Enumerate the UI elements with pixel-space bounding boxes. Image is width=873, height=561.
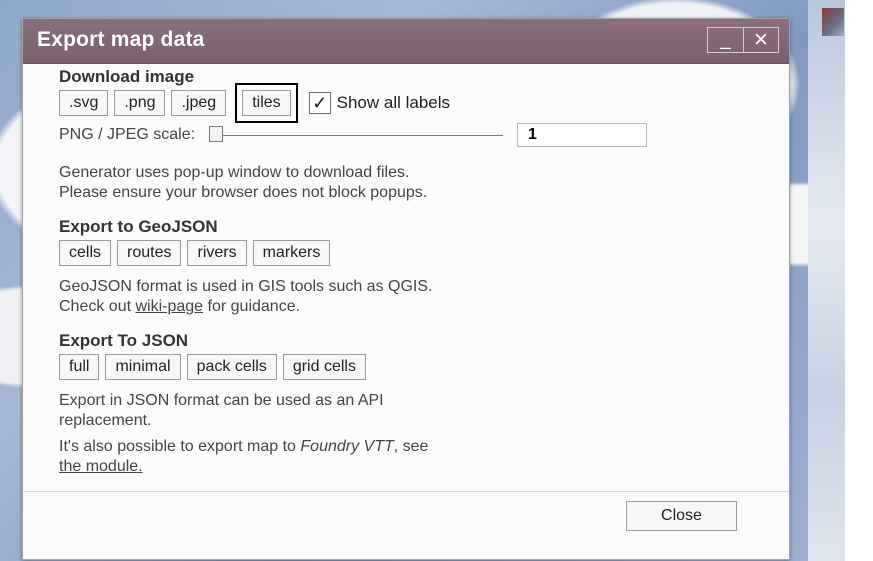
- wiki-page-link[interactable]: wiki-page: [135, 298, 203, 315]
- scale-slider[interactable]: [209, 126, 504, 142]
- json-full-button[interactable]: full: [59, 354, 100, 380]
- scale-input[interactable]: 1: [517, 123, 648, 147]
- generator-note: Generator uses pop-up window to download…: [59, 163, 427, 203]
- foundry-note: It's also possible to export map to Foun…: [59, 437, 428, 477]
- download-image-heading: Download image: [59, 67, 195, 86]
- show-all-labels-toggle[interactable]: ✓ Show all labels: [308, 92, 451, 114]
- export-png-button[interactable]: .png: [114, 90, 166, 116]
- foundry-vtt-text: Foundry VTT: [300, 438, 394, 455]
- geojson-note-line1: GeoJSON format is used in GIS tools such…: [59, 278, 433, 295]
- json-grid-cells-button[interactable]: grid cells: [282, 354, 366, 380]
- close-icon[interactable]: ✕: [742, 28, 778, 52]
- geojson-routes-button[interactable]: routes: [117, 240, 182, 266]
- json-note-line2: replacement.: [59, 412, 152, 429]
- foundry-prefix: It's also possible to export map to: [59, 438, 301, 455]
- geojson-note-prefix: Check out: [59, 298, 136, 315]
- export-jpeg-button[interactable]: .jpeg: [171, 90, 227, 116]
- map-edge: [808, 0, 845, 561]
- geojson-note-line2: Check out wiki-page for guidance.: [59, 297, 432, 317]
- export-tiles-button[interactable]: tiles: [235, 83, 298, 123]
- slider-track: [211, 135, 504, 136]
- close-button[interactable]: Close: [626, 501, 737, 531]
- export-svg-button[interactable]: .svg: [59, 90, 109, 116]
- geojson-markers-button[interactable]: markers: [252, 240, 331, 266]
- json-minimal-button[interactable]: minimal: [105, 354, 181, 380]
- json-note: Export in JSON format can be used as an …: [59, 391, 384, 431]
- json-heading: Export To JSON: [59, 331, 189, 350]
- foundry-note-line1: It's also possible to export map to Foun…: [59, 437, 428, 457]
- map-corner-marker: [822, 8, 844, 36]
- slider-thumb[interactable]: [209, 126, 224, 142]
- dialog-title: Export map data: [37, 28, 205, 51]
- generator-note-line1: Generator uses pop-up window to download…: [59, 164, 410, 181]
- download-image-buttons: .svg .png .jpeg tiles ✓ Show all labels: [59, 83, 451, 123]
- json-note-line1: Export in JSON format can be used as an …: [59, 392, 384, 409]
- json-buttons: full minimal pack cells grid cells: [59, 354, 366, 380]
- geojson-buttons: cells routes rivers markers: [59, 240, 331, 266]
- window-controls: _ ✕: [707, 27, 779, 53]
- foundry-suffix: , see: [393, 438, 429, 455]
- geojson-heading: Export to GeoJSON: [59, 217, 218, 236]
- show-all-labels-label: Show all labels: [336, 93, 451, 112]
- scale-row: PNG / JPEG scale: 1: [59, 123, 648, 147]
- geojson-cells-button[interactable]: cells: [59, 240, 112, 266]
- json-pack-cells-button[interactable]: pack cells: [186, 354, 277, 380]
- dialog-titlebar[interactable]: Export map data _ ✕: [23, 19, 789, 64]
- geojson-note-suffix: for guidance.: [203, 298, 301, 315]
- geojson-note: GeoJSON format is used in GIS tools such…: [59, 277, 432, 317]
- show-all-labels-checkbox[interactable]: ✓: [308, 92, 331, 114]
- scale-label: PNG / JPEG scale:: [59, 126, 196, 143]
- geojson-rivers-button[interactable]: rivers: [187, 240, 247, 266]
- footer-divider: [23, 491, 789, 492]
- generator-note-line2: Please ensure your browser does not bloc…: [59, 184, 428, 201]
- module-link[interactable]: the module.: [59, 458, 143, 475]
- export-dialog: Export map data _ ✕ Download image .svg …: [22, 18, 790, 560]
- minimize-button[interactable]: _: [708, 28, 743, 52]
